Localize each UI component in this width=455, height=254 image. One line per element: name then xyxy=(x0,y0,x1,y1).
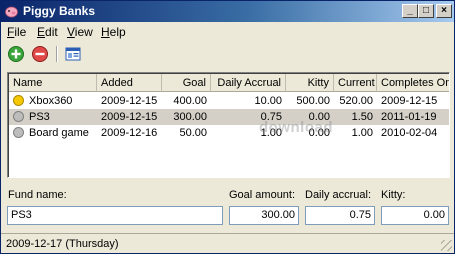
watermark: download xyxy=(259,119,333,136)
status-bar: 2009-12-17 (Thursday) xyxy=(1,233,454,253)
daily-accrual-label: Daily accrual: xyxy=(305,189,372,201)
status-dot-icon xyxy=(13,95,24,106)
cell-name: Xbox360 xyxy=(29,95,73,107)
cell-current: 520.00 xyxy=(339,95,373,107)
menu-bar: File Edit View Help xyxy=(1,22,454,40)
column-header-goal[interactable]: Goal xyxy=(162,74,211,92)
menu-view[interactable]: View xyxy=(67,25,93,39)
column-header-kitty[interactable]: Kitty xyxy=(286,74,334,92)
piggy-bank-table[interactable]: Name Added Goal Daily Accrual Kitty Curr… xyxy=(7,72,450,178)
cell-added: 2009-12-16 xyxy=(101,127,158,139)
goal-amount-input[interactable]: 300.00 xyxy=(229,206,299,225)
kitty-input[interactable]: 0.00 xyxy=(381,206,449,225)
cell-current: 1.50 xyxy=(351,111,373,123)
window-properties-icon[interactable] xyxy=(64,45,82,63)
cell-goal: 300.00 xyxy=(173,111,207,123)
status-dot-icon xyxy=(13,127,24,138)
column-header-added[interactable]: Added xyxy=(97,74,162,92)
maximize-button[interactable]: □ xyxy=(418,4,434,18)
main-window: Piggy Banks _ □ × File Edit View Help Na… xyxy=(0,0,455,254)
kitty-label: Kitty: xyxy=(381,189,406,201)
daily-accrual-input[interactable]: 0.75 xyxy=(305,206,375,225)
table-row[interactable]: Board game 2009-12-16 50.00 1.00 0.00 1.… xyxy=(9,125,449,141)
cell-kitty: 500.00 xyxy=(296,95,330,107)
menu-edit[interactable]: Edit xyxy=(37,25,58,39)
column-header-current[interactable]: Current xyxy=(334,74,377,92)
cell-completes-on: 2010-02-04 xyxy=(381,127,438,139)
fund-name-label: Fund name: xyxy=(8,189,67,201)
column-header-name[interactable]: Name xyxy=(9,74,97,92)
menu-help[interactable]: Help xyxy=(101,25,126,39)
title-bar[interactable]: Piggy Banks _ □ × xyxy=(1,1,454,22)
add-circle-icon[interactable] xyxy=(7,45,25,63)
fund-name-input[interactable]: PS3 xyxy=(7,206,223,225)
cell-added: 2009-12-15 xyxy=(101,95,158,107)
table-row-selected[interactable]: PS3 2009-12-15 300.00 0.75 0.00 1.50 201… xyxy=(9,109,449,125)
cell-daily-accrual: 10.00 xyxy=(254,95,282,107)
cell-current: 1.00 xyxy=(351,127,373,139)
cell-completes-on: 2009-12-15 xyxy=(381,95,438,107)
status-date: 2009-12-17 (Thursday) xyxy=(6,238,119,250)
menu-file[interactable]: File xyxy=(7,25,26,39)
toolbar xyxy=(1,41,454,67)
column-header-completes-on[interactable]: Completes On xyxy=(377,74,449,92)
toolbar-separator xyxy=(56,46,58,62)
close-button[interactable]: × xyxy=(436,4,452,18)
remove-circle-icon[interactable] xyxy=(31,45,49,63)
piggy-bank-icon xyxy=(5,6,18,18)
cell-completes-on: 2011-01-19 xyxy=(381,111,437,123)
minimize-button[interactable]: _ xyxy=(402,4,418,18)
table-header: Name Added Goal Daily Accrual Kitty Curr… xyxy=(9,74,449,92)
goal-amount-label: Goal amount: xyxy=(229,189,296,201)
table-row[interactable]: Xbox360 2009-12-15 400.00 10.00 500.00 5… xyxy=(9,93,449,109)
cell-added: 2009-12-15 xyxy=(101,111,158,123)
column-header-daily-accrual[interactable]: Daily Accrual xyxy=(211,74,286,92)
cell-name: Board game xyxy=(29,127,89,139)
resize-grip-icon[interactable] xyxy=(441,240,452,251)
cell-goal: 400.00 xyxy=(173,95,207,107)
window-title: Piggy Banks xyxy=(23,4,96,18)
cell-name: PS3 xyxy=(29,111,50,123)
status-dot-icon xyxy=(13,111,24,122)
cell-goal: 50.00 xyxy=(179,127,207,139)
